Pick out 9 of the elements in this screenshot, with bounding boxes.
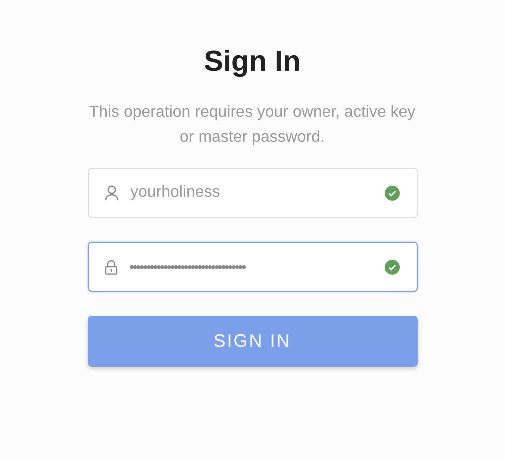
user-icon (104, 185, 118, 201)
field-value: •••••••••••••••••••••••••••••••••• (130, 258, 247, 276)
description-text: This operation requires your owner, active key or master password. (88, 103, 417, 148)
sign-in-button[interactable]: SIGN IN (88, 316, 418, 367)
username-field[interactable]: yourholiness (88, 168, 418, 218)
page-title: Sign In (204, 45, 301, 80)
password-field[interactable]: •••••••••••••••••••••••••••••••••• (88, 242, 418, 292)
field-value: yourholiness (130, 183, 222, 203)
lock-icon (104, 260, 118, 274)
